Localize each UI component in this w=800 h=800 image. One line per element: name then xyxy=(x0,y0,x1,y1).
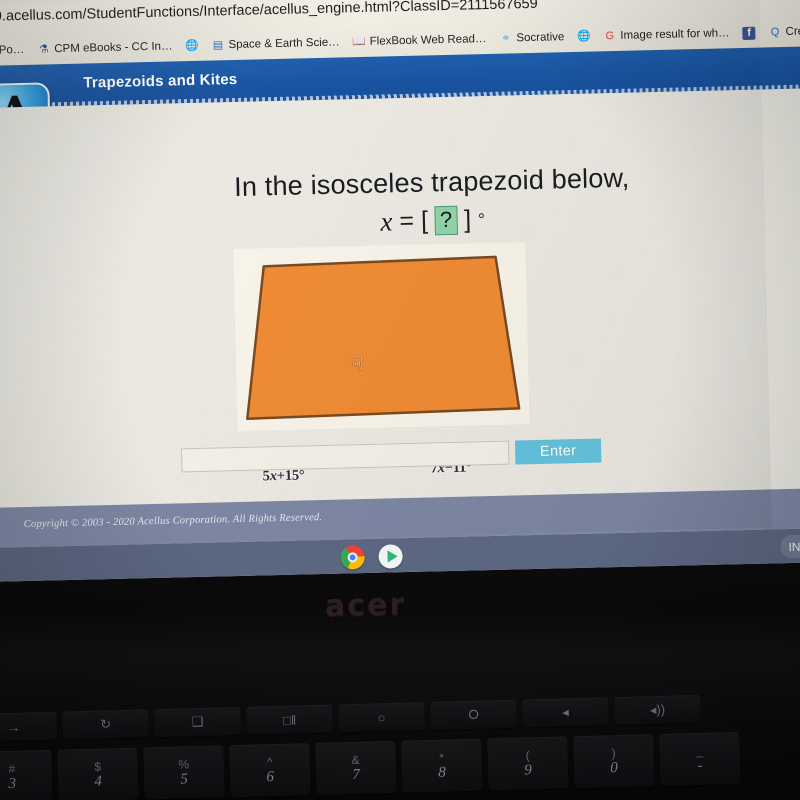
bookmark-label: ent Po… xyxy=(0,43,25,57)
bookmark-label: Socrative xyxy=(516,31,565,45)
laptop-screen: 249.acellus.com/StudentFunctions/Interfa… xyxy=(0,0,800,586)
key-symbol: ) xyxy=(611,745,616,760)
bookmark-item[interactable]: 🌐 xyxy=(576,30,591,43)
globe-icon: 🌐 xyxy=(185,39,199,52)
key-symbol: ^ xyxy=(266,754,273,769)
facebook-icon: f xyxy=(742,26,756,40)
keyboard-key: □‖ xyxy=(246,704,333,735)
bookmark-label: FlexBook Web Read… xyxy=(369,33,487,48)
keyboard-key: * 8 xyxy=(401,738,483,793)
socrative-icon: ⚭ xyxy=(501,31,511,45)
status-label: INTL xyxy=(788,538,800,554)
key-symbol: % xyxy=(178,756,190,772)
page-title: Trapezoids and Kites xyxy=(83,70,238,92)
enter-button[interactable]: Enter xyxy=(514,438,602,465)
keyboard-number-row: #3 $4% 5 ^ 6 & 7 * 8(9) 0 _ - xyxy=(0,729,800,800)
lesson-content-area: In the isosceles trapezoid below, x = [ … xyxy=(0,87,800,509)
keyboard-key: & 7 xyxy=(315,740,397,795)
key-symbol: # xyxy=(8,761,16,776)
key-digit: 4 xyxy=(94,773,103,790)
keyboard: → ↻ ❑ □‖ ○ ⭘ ◂ ◂)) #3 $4% 5 ^ 6 & 7 * 8(9) 0 _ - xyxy=(0,677,800,800)
bookmark-item[interactable]: f xyxy=(742,26,756,40)
bookmark-item[interactable]: 📖 FlexBook Web Read… xyxy=(352,33,487,49)
keyboard-key: ◂)) xyxy=(614,694,701,726)
bracket-open: [ xyxy=(420,206,429,235)
keyboard-key: ⭘ xyxy=(430,699,517,730)
key-digit: 9 xyxy=(524,761,532,779)
bookmark-item[interactable]: 🌐 xyxy=(185,39,199,52)
acer-brand-logo: acer xyxy=(324,587,407,624)
acellus-app: Trapezoids and Kites A Acellus In the is… xyxy=(0,45,800,583)
globe-icon: 🌐 xyxy=(576,30,591,43)
keyboard-key: (9 xyxy=(487,736,569,791)
key-symbol: ( xyxy=(525,747,530,762)
key-digit: 6 xyxy=(266,768,275,785)
keyboard-key: ○ xyxy=(338,702,425,733)
key-symbol: * xyxy=(439,750,445,765)
keyboard-key: ↻ xyxy=(62,709,150,740)
key-digit: 0 xyxy=(610,759,618,776)
key-symbol: _ xyxy=(696,743,704,758)
chrome-icon[interactable] xyxy=(340,545,365,570)
key-glyph: ❑ xyxy=(191,713,204,730)
play-store-icon[interactable] xyxy=(378,544,403,569)
keyboard-key: $4 xyxy=(57,747,139,800)
bookmark-item[interactable]: ⚭ Socrative xyxy=(499,31,564,46)
keyboard-key: ^ 6 xyxy=(229,743,311,798)
bookmark-item[interactable]: ■ent Po… xyxy=(0,43,24,57)
bookmark-label: Create a New Study… xyxy=(785,23,800,38)
key-digit: 3 xyxy=(8,775,17,792)
bookmark-label: CPM eBooks - CC In… xyxy=(54,40,173,56)
degree-symbol: ° xyxy=(477,209,486,229)
keyboard-key: ) 0 xyxy=(573,734,655,789)
key-glyph: ○ xyxy=(377,709,386,725)
equation-variable: x xyxy=(380,206,393,237)
answer-row: Enter xyxy=(180,438,602,473)
keyboard-key: → xyxy=(0,711,58,742)
keyboard-key: ◂ xyxy=(522,697,609,728)
photo-of-laptop: acer → ↻ ❑ □‖ ○ ⭘ ◂ ◂)) #3 $4% 5 ^ 6 & 7 * 8(9) 0 _ - 249.… xyxy=(0,0,800,800)
trapezoid-figure xyxy=(246,255,521,421)
keyboard-key: _ - xyxy=(659,731,741,786)
bookmark-item[interactable]: ▤ Space & Earth Scie… xyxy=(211,36,340,52)
quizlet-icon: Q xyxy=(770,25,780,38)
bookmark-item[interactable]: ⚗ CPM eBooks - CC In… xyxy=(37,40,173,56)
cpm-icon: ⚗ xyxy=(38,42,49,56)
key-digit: - xyxy=(697,757,703,774)
url-text: 249.acellus.com/StudentFunctions/Interfa… xyxy=(0,0,538,26)
bookmark-label: Space & Earth Scie… xyxy=(228,36,340,52)
shelf-app-icons xyxy=(340,544,403,570)
bookmark-label: Image result for wh… xyxy=(620,27,730,42)
bookmark-item[interactable]: Q Create a New Study… xyxy=(768,23,800,39)
google-icon: G xyxy=(605,29,615,42)
key-digit: 5 xyxy=(180,770,189,788)
key-digit: 8 xyxy=(438,764,447,781)
key-glyph: ◂)) xyxy=(649,701,666,718)
key-symbol: & xyxy=(351,752,360,767)
key-symbol: $ xyxy=(94,759,102,774)
key-glyph: □‖ xyxy=(282,711,297,728)
copyright-text: Copyright © 2003 - 2020 Acellus Corporat… xyxy=(23,512,323,531)
keyboard-key: ❑ xyxy=(154,706,242,738)
bookmark-item[interactable]: G Image result for wh… xyxy=(603,27,730,43)
key-glyph: ◂ xyxy=(562,704,569,720)
book-icon: ▤ xyxy=(212,38,224,51)
figure-panel xyxy=(233,242,530,432)
keyboard-key: % 5 xyxy=(143,745,225,800)
key-digit: 7 xyxy=(352,766,361,783)
bracket-close: ] xyxy=(463,205,472,234)
key-glyph: ↻ xyxy=(100,716,112,732)
equation-equals: = xyxy=(399,206,415,236)
mouse-pointer-hand-icon: ☟ xyxy=(350,352,365,375)
key-glyph: ⭘ xyxy=(468,706,479,722)
shelf-status-area[interactable]: INTL xyxy=(780,533,800,559)
key-glyph: → xyxy=(7,719,21,735)
keyboard-key: #3 xyxy=(0,749,53,800)
flexbook-icon: 📖 xyxy=(352,35,367,48)
answer-blank-highlight[interactable]: ? xyxy=(434,205,458,236)
